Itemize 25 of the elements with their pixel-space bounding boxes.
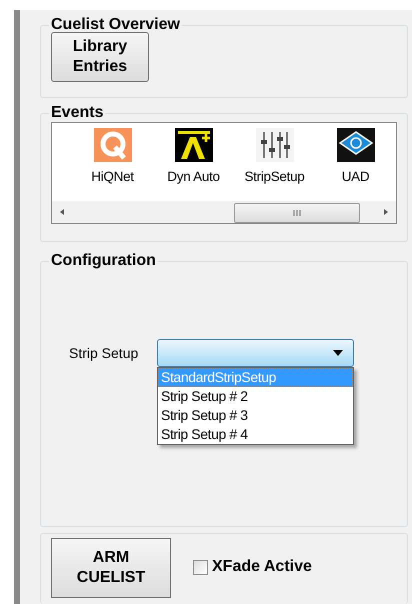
diamond-logo-icon [336,128,374,162]
checkbox[interactable] [193,560,208,574]
scroll-right-icon[interactable] [382,208,390,216]
group-title: Events [50,104,104,122]
event-item[interactable]: UAD [315,123,396,197]
strip-setup-dropdown[interactable] [157,339,354,367]
dropdown-option[interactable]: Strip Setup # 3 [158,406,353,425]
arm-cuelist-button[interactable]: ARM CUELIST [51,538,171,598]
dropdown-option[interactable]: Strip Setup # 2 [158,387,353,406]
group-title: Cuelist Overview [50,16,181,34]
checkbox-label: XFade Active [212,558,312,576]
horizontal-scrollbar[interactable] [52,201,396,223]
event-item[interactable]: Dyn Auto [153,123,234,197]
grip-icon [292,209,302,217]
q-logo-icon [94,128,132,162]
library-entries-button[interactable]: Library Entries [51,32,149,82]
faders-icon [256,128,294,162]
group-title: Configuration [50,252,157,270]
event-item[interactable]: HiQNet [72,123,153,197]
event-item[interactable]: StripSetup [234,123,315,197]
field-label: Strip Setup [69,345,140,361]
dropdown-option[interactable]: Strip Setup # 4 [158,425,353,444]
scroll-left-icon[interactable] [58,208,66,216]
letter-a-icon [174,128,212,162]
caret-icon [333,350,343,356]
